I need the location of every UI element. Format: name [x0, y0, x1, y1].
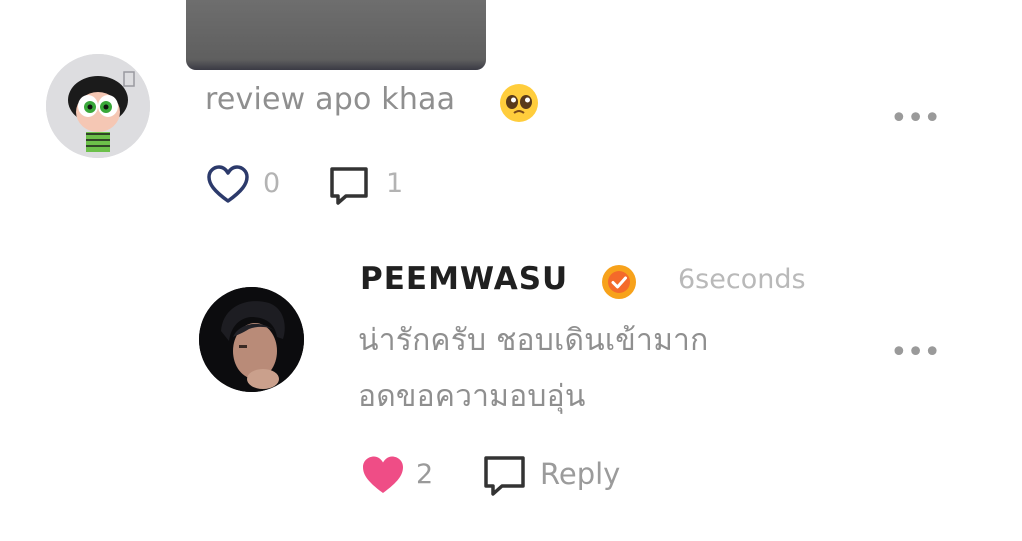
powerpuff-avatar-icon [46, 54, 150, 158]
reply-user-avatar[interactable] [199, 287, 304, 392]
attached-image-partial[interactable] [186, 0, 486, 70]
reply-text-line-1: น่ารักครับ ชอบเดินเข้ามาก [358, 323, 709, 358]
reply-username[interactable]: PEEMWASU [360, 261, 568, 297]
pleading-face-emoji [498, 82, 540, 124]
commenter-avatar[interactable] [46, 54, 150, 158]
reply-like-count: 2 [416, 459, 434, 490]
reply-bubble-icon[interactable] [328, 165, 372, 207]
like-heart-filled-icon[interactable] [360, 454, 406, 496]
verified-badge-icon [600, 263, 638, 301]
comment-text: review apo khaa [205, 82, 456, 117]
comment-reply-count: 1 [386, 168, 404, 199]
reply-text-line-2: อดขอความอบอุ่น [358, 379, 586, 414]
reply-bubble-icon[interactable] [482, 454, 528, 498]
comment-more-options-icon[interactable]: ••• [890, 104, 941, 134]
comment-like-count: 0 [263, 168, 281, 199]
reply-more-options-icon[interactable]: ••• [890, 338, 941, 368]
like-heart-outline-icon[interactable] [206, 164, 250, 206]
reply-timestamp: 6seconds [678, 264, 806, 295]
user-photo-avatar-icon [199, 287, 304, 392]
reply-button[interactable]: Reply [540, 457, 620, 491]
